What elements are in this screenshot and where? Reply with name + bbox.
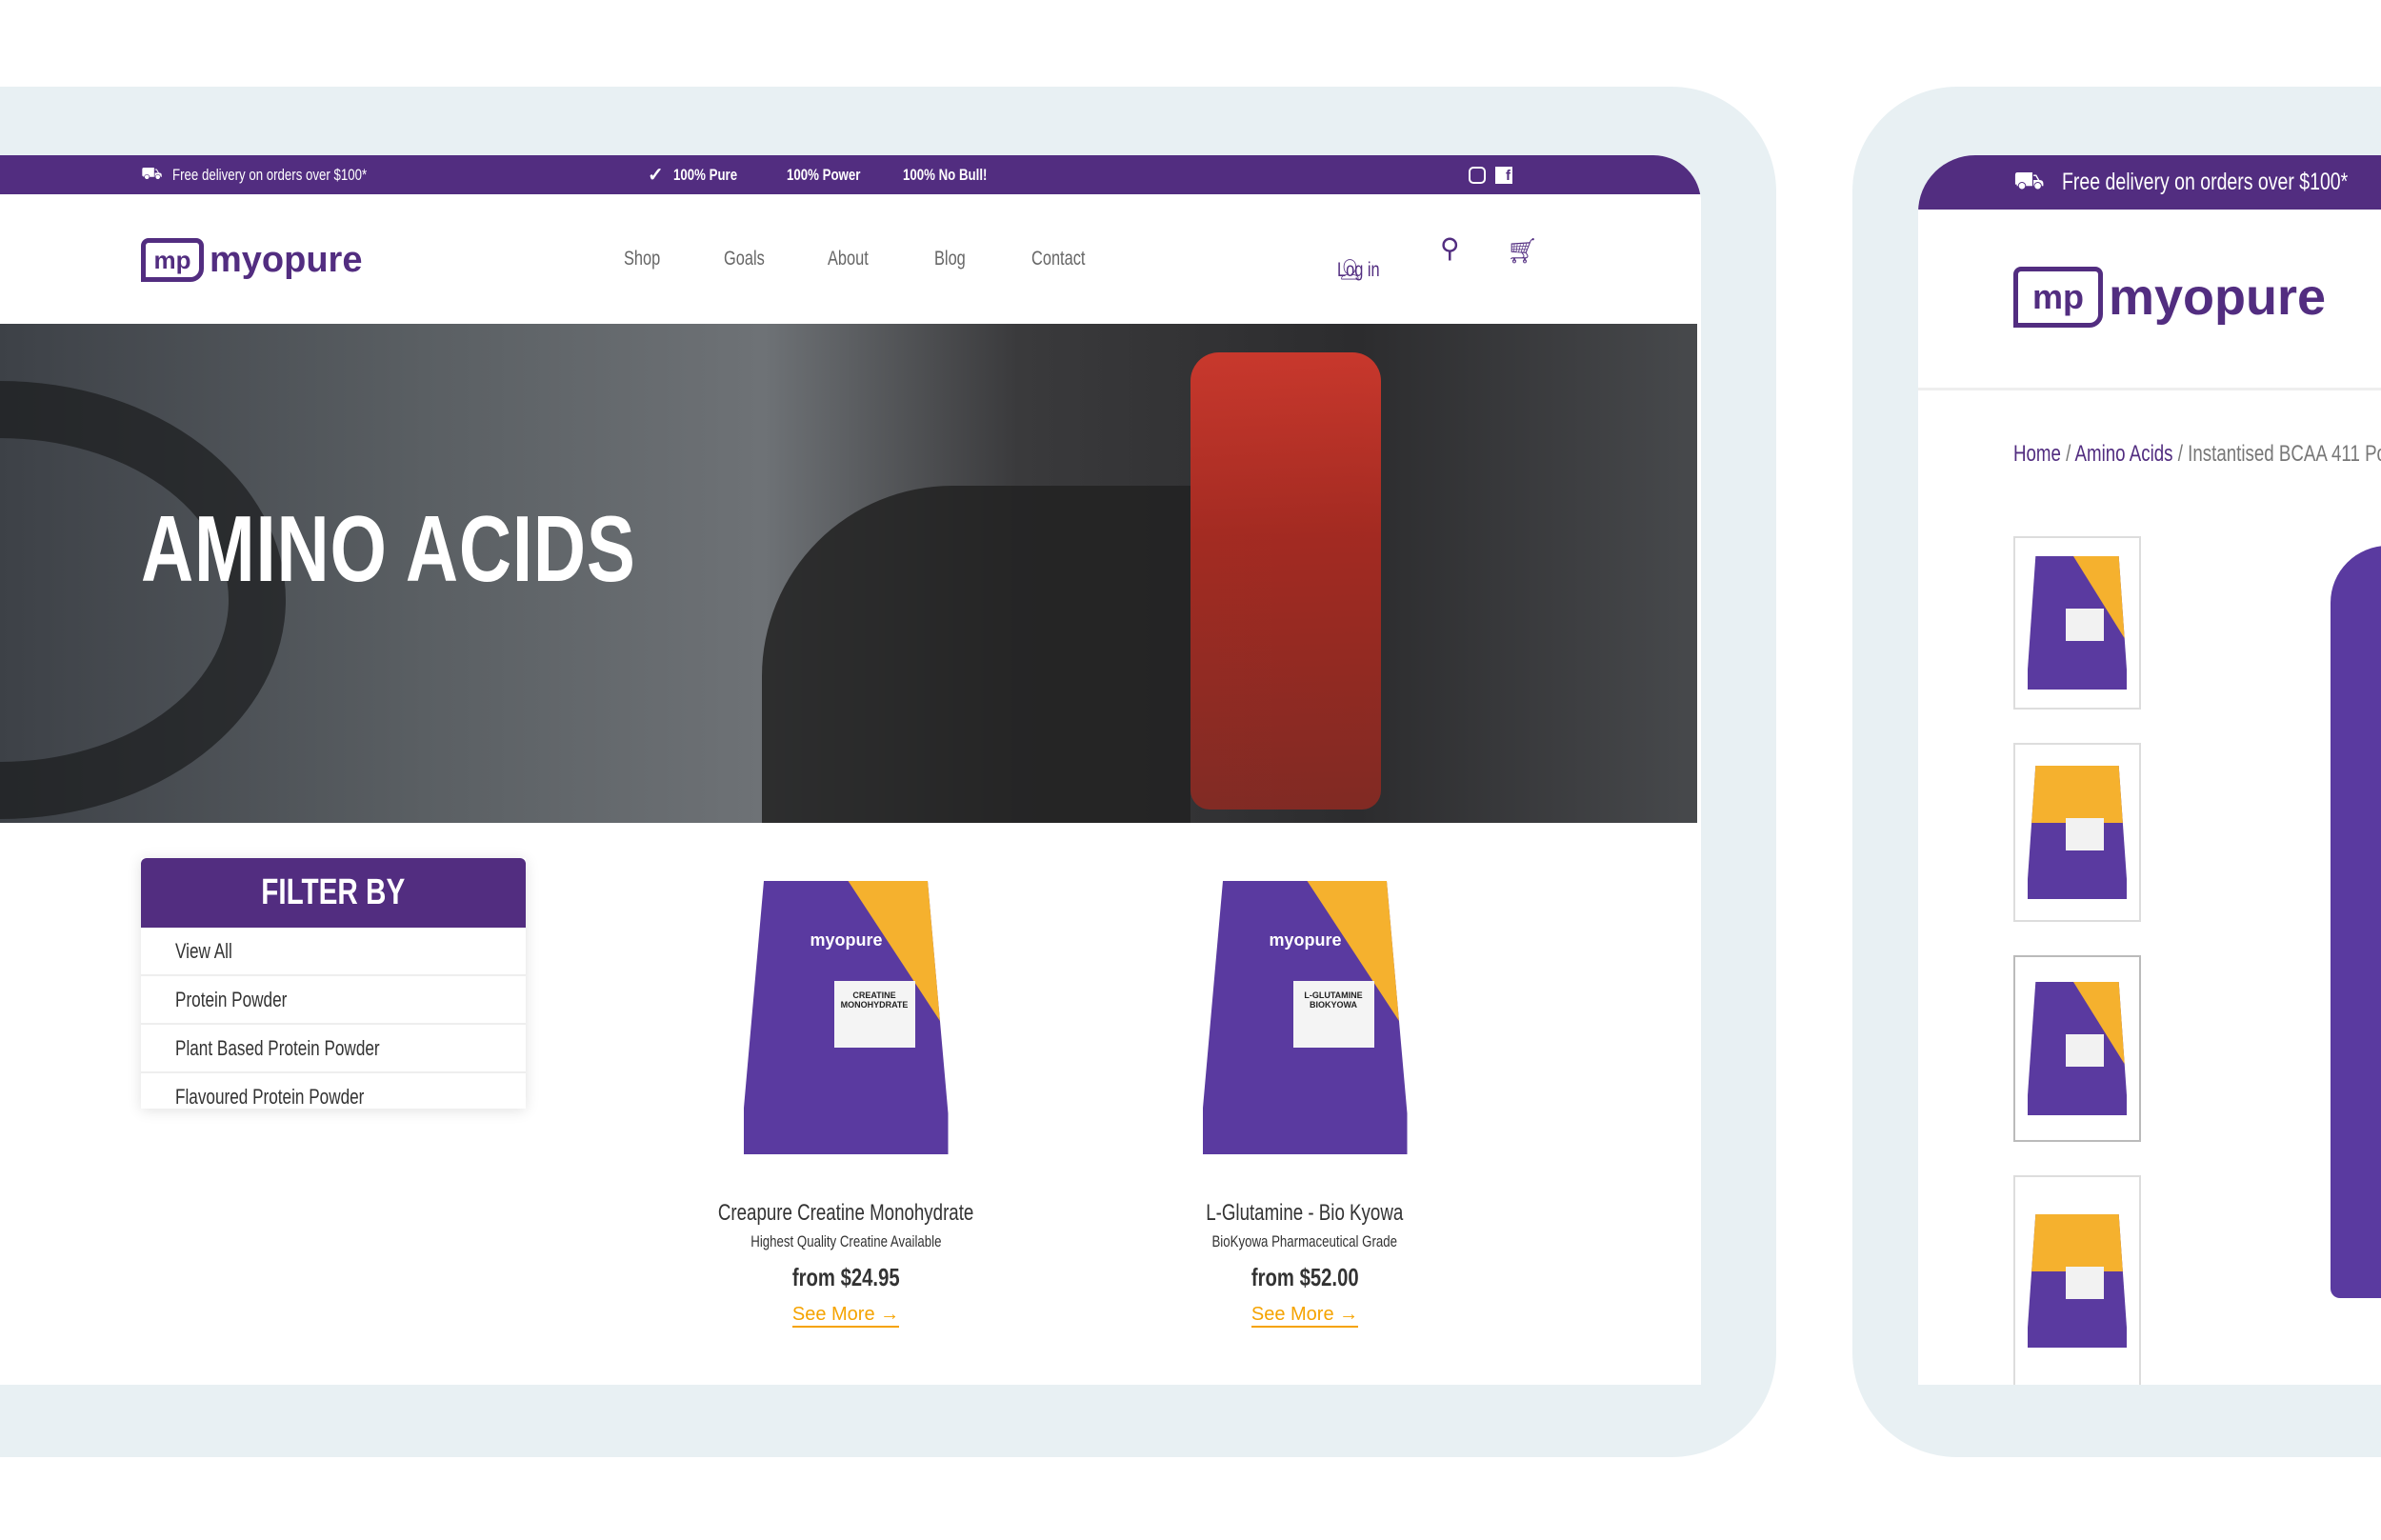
logo-text: myopure <box>2109 269 2327 326</box>
breadcrumb-category[interactable]: Amino Acids <box>2075 441 2173 467</box>
facebook-icon[interactable]: f <box>1495 166 1512 184</box>
instagram-icon[interactable] <box>1469 166 1486 184</box>
mobile-screen: ⛟ Free delivery on orders over $100* mp … <box>1918 155 2381 1385</box>
product-subtitle: BioKyowa Pharmaceutical Grade <box>1211 1232 1398 1250</box>
product-image[interactable]: myopure L-GLUTAMINE BIOKYOWA <box>1202 881 1408 1154</box>
announcement-bar: ⛟ Free delivery on orders over $100* <box>1918 155 2381 210</box>
breadcrumb-home[interactable]: Home <box>2013 441 2061 467</box>
nav-shop[interactable]: Shop <box>624 248 660 270</box>
filter-item[interactable]: Plant Based Protein Powder <box>141 1025 526 1073</box>
product-title[interactable]: Creapure Creatine Monohydrate <box>718 1200 973 1227</box>
filter-heading: FILTER BY <box>141 858 526 928</box>
hero-banner: AMINO ACIDS <box>0 324 1697 823</box>
nav-about[interactable]: About <box>828 248 869 270</box>
see-more-link[interactable]: See More → <box>1251 1304 1359 1328</box>
desktop-screen: ⛟ Free delivery on orders over $100* ✓ 1… <box>0 155 1701 1385</box>
filter-item[interactable]: Protein Powder <box>141 976 526 1025</box>
breadcrumb-separator: / <box>2066 441 2071 467</box>
delivery-text: Free delivery on orders over $100* <box>2061 169 2348 195</box>
nav-contact[interactable]: Contact <box>1031 248 1085 270</box>
product-price: from $24.95 <box>791 1263 900 1291</box>
delivery-notice: ⛟ Free delivery on orders over $100* <box>141 155 421 194</box>
badge-power: 100% Power <box>787 165 861 184</box>
product-price: from $52.00 <box>1251 1263 1359 1291</box>
filter-panel: FILTER BY View All Protein Powder Plant … <box>141 858 526 1109</box>
announcement-bar: ⛟ Free delivery on orders over $100* ✓ 1… <box>0 155 1701 194</box>
pack-brand: myopure <box>810 930 883 950</box>
product-thumbnail[interactable] <box>2013 743 2141 922</box>
shaker-bottle-image <box>1190 352 1381 810</box>
breadcrumb: Home / Amino Acids / Instantised BCAA 41… <box>2013 441 2381 468</box>
badge-no-bull: 100% No Bull! <box>903 165 988 184</box>
product-image[interactable]: myopure CREATINE MONOHYDRATE <box>743 881 949 1154</box>
nav-blog[interactable]: Blog <box>934 248 966 270</box>
mobile-header: mp myopure <box>1918 210 2381 390</box>
check-circle-icon: ✓ <box>648 165 664 186</box>
page-title: AMINO ACIDS <box>141 496 636 601</box>
pack-brand: myopure <box>1269 930 1342 950</box>
truck-icon: ⛟ <box>141 163 163 183</box>
pack-label: CREATINE MONOHYDRATE <box>833 981 915 1048</box>
logo[interactable]: mp myopure <box>2013 267 2326 328</box>
filter-item[interactable]: View All <box>141 928 526 976</box>
truck-icon: ⛟ <box>2013 166 2045 194</box>
breadcrumb-current: Instantised BCAA 411 Powder <box>2188 441 2381 467</box>
product-card: myopure L-GLUTAMINE BIOKYOWA L-Glutamine … <box>1105 881 1505 1328</box>
site-header: mp myopure Shop Goals About Blog Contact… <box>0 194 1701 324</box>
badge-pure: 100% Pure <box>672 165 737 184</box>
badges: ✓ 100% Pure <box>648 155 755 194</box>
product-subtitle: Highest Quality Creatine Available <box>750 1232 942 1250</box>
delivery-text: Free delivery on orders over $100* <box>171 165 367 184</box>
cart-icon[interactable]: 🛒︎ <box>1507 236 1538 266</box>
product-thumbnail[interactable] <box>2013 536 2141 710</box>
product-thumbnail[interactable] <box>2013 955 2141 1142</box>
product-card: myopure CREATINE MONOHYDRATE Creapure Cre… <box>646 881 1046 1328</box>
product-thumbnail[interactable] <box>2013 1175 2141 1385</box>
search-icon[interactable]: ⚲ <box>1440 232 1460 264</box>
logo-mark: mp <box>2013 267 2103 328</box>
person-image <box>762 486 1190 823</box>
login-label: Log in <box>1337 259 1380 281</box>
see-more-link[interactable]: See More → <box>791 1304 900 1328</box>
main-product-image <box>2331 546 2381 1298</box>
product-title[interactable]: L-Glutamine - Bio Kyowa <box>1206 1200 1403 1227</box>
nav-goals[interactable]: Goals <box>724 248 765 270</box>
filter-item[interactable]: Flavoured Protein Powder <box>141 1073 526 1109</box>
pack-label: L-GLUTAMINE BIOKYOWA <box>1292 981 1374 1048</box>
breadcrumb-separator: / <box>2177 441 2183 467</box>
